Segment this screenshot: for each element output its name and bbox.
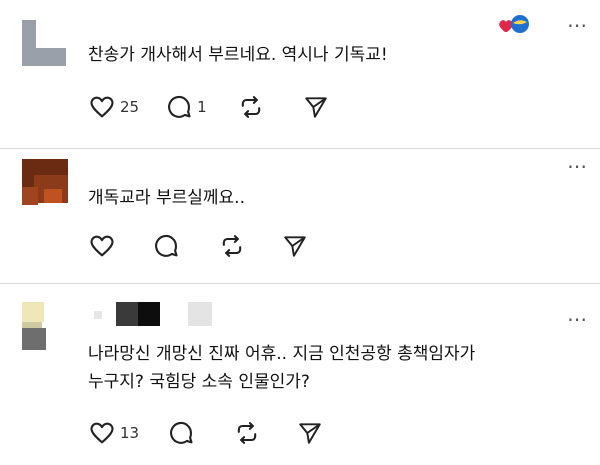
repost-icon [241, 96, 260, 118]
post-text-line: 개독교라 부르실께요.. [88, 188, 245, 208]
post-text-line: 누구지? 국힘당 소속 인물인가? [88, 372, 310, 392]
username-redacted[interactable] [94, 302, 214, 332]
post-text: 찬송가 개사해서 부르네요. 역시나 기독교! [88, 41, 388, 69]
send-icon [299, 423, 321, 444]
heart-icon [90, 235, 114, 257]
more-button[interactable]: ⋯ [567, 309, 588, 329]
like-count: 25 [120, 98, 140, 116]
post-text-line: 나라망신 개망신 진짜 어휴.. 지금 인천공항 총책임자가 [88, 344, 476, 364]
reply-button[interactable] [167, 419, 199, 447]
repost-button[interactable] [237, 93, 265, 121]
post-text-line: 찬송가 개사해서 부르네요. 역시나 기독교! [88, 45, 388, 65]
post-text: 나라망신 개망신 진짜 어휴.. 지금 인천공항 총책임자가 누구지? 국힘당 … [88, 340, 475, 396]
comment-icon [170, 421, 193, 444]
more-dots-icon: ⋯ [567, 13, 588, 37]
heart-icon [90, 96, 114, 118]
more-button[interactable]: ⋯ [567, 156, 588, 176]
repost-icon [222, 235, 242, 257]
send-icon [304, 97, 327, 118]
post-2: ⋯ 개독교라 부르실께요.. [0, 149, 600, 283]
send-icon [284, 236, 306, 257]
action-bar: 13 [88, 419, 323, 447]
like-button[interactable]: 13 [88, 419, 139, 447]
like-count: 13 [120, 424, 140, 442]
reply-button[interactable] [152, 232, 184, 260]
comment-icon [168, 95, 191, 118]
reaction-badges [498, 12, 530, 38]
more-dots-icon: ⋯ [567, 307, 588, 331]
like-button[interactable] [88, 232, 120, 260]
reply-button[interactable]: 1 [165, 93, 207, 121]
avatar[interactable] [20, 18, 68, 68]
more-button[interactable]: ⋯ [567, 15, 588, 35]
share-button[interactable] [303, 94, 329, 120]
share-button[interactable] [297, 420, 323, 446]
repost-button[interactable] [233, 419, 261, 447]
avatar[interactable] [20, 159, 68, 209]
share-button[interactable] [282, 233, 308, 259]
post-1: ⋯ 찬송가 개사해서 부르네요. 역시나 기독교! 25 1 [0, 0, 600, 148]
action-bar: 25 1 [88, 93, 329, 121]
post-text: 개독교라 부르실께요.. [88, 184, 245, 212]
reaction-icons [499, 15, 529, 33]
comment-icon [155, 234, 178, 257]
more-dots-icon: ⋯ [567, 154, 588, 178]
like-button[interactable]: 25 [88, 93, 139, 121]
post-3: ⋯ 나라망신 개망신 진짜 어휴.. 지금 인천공항 총책임자가 누구지? 국힘… [0, 284, 600, 465]
action-bar [88, 232, 308, 260]
repost-button[interactable] [218, 232, 246, 260]
avatar[interactable] [20, 300, 48, 352]
reply-count: 1 [197, 98, 207, 116]
redacted-name-blocks [94, 302, 212, 326]
repost-icon [237, 422, 257, 444]
heart-icon [90, 422, 114, 444]
